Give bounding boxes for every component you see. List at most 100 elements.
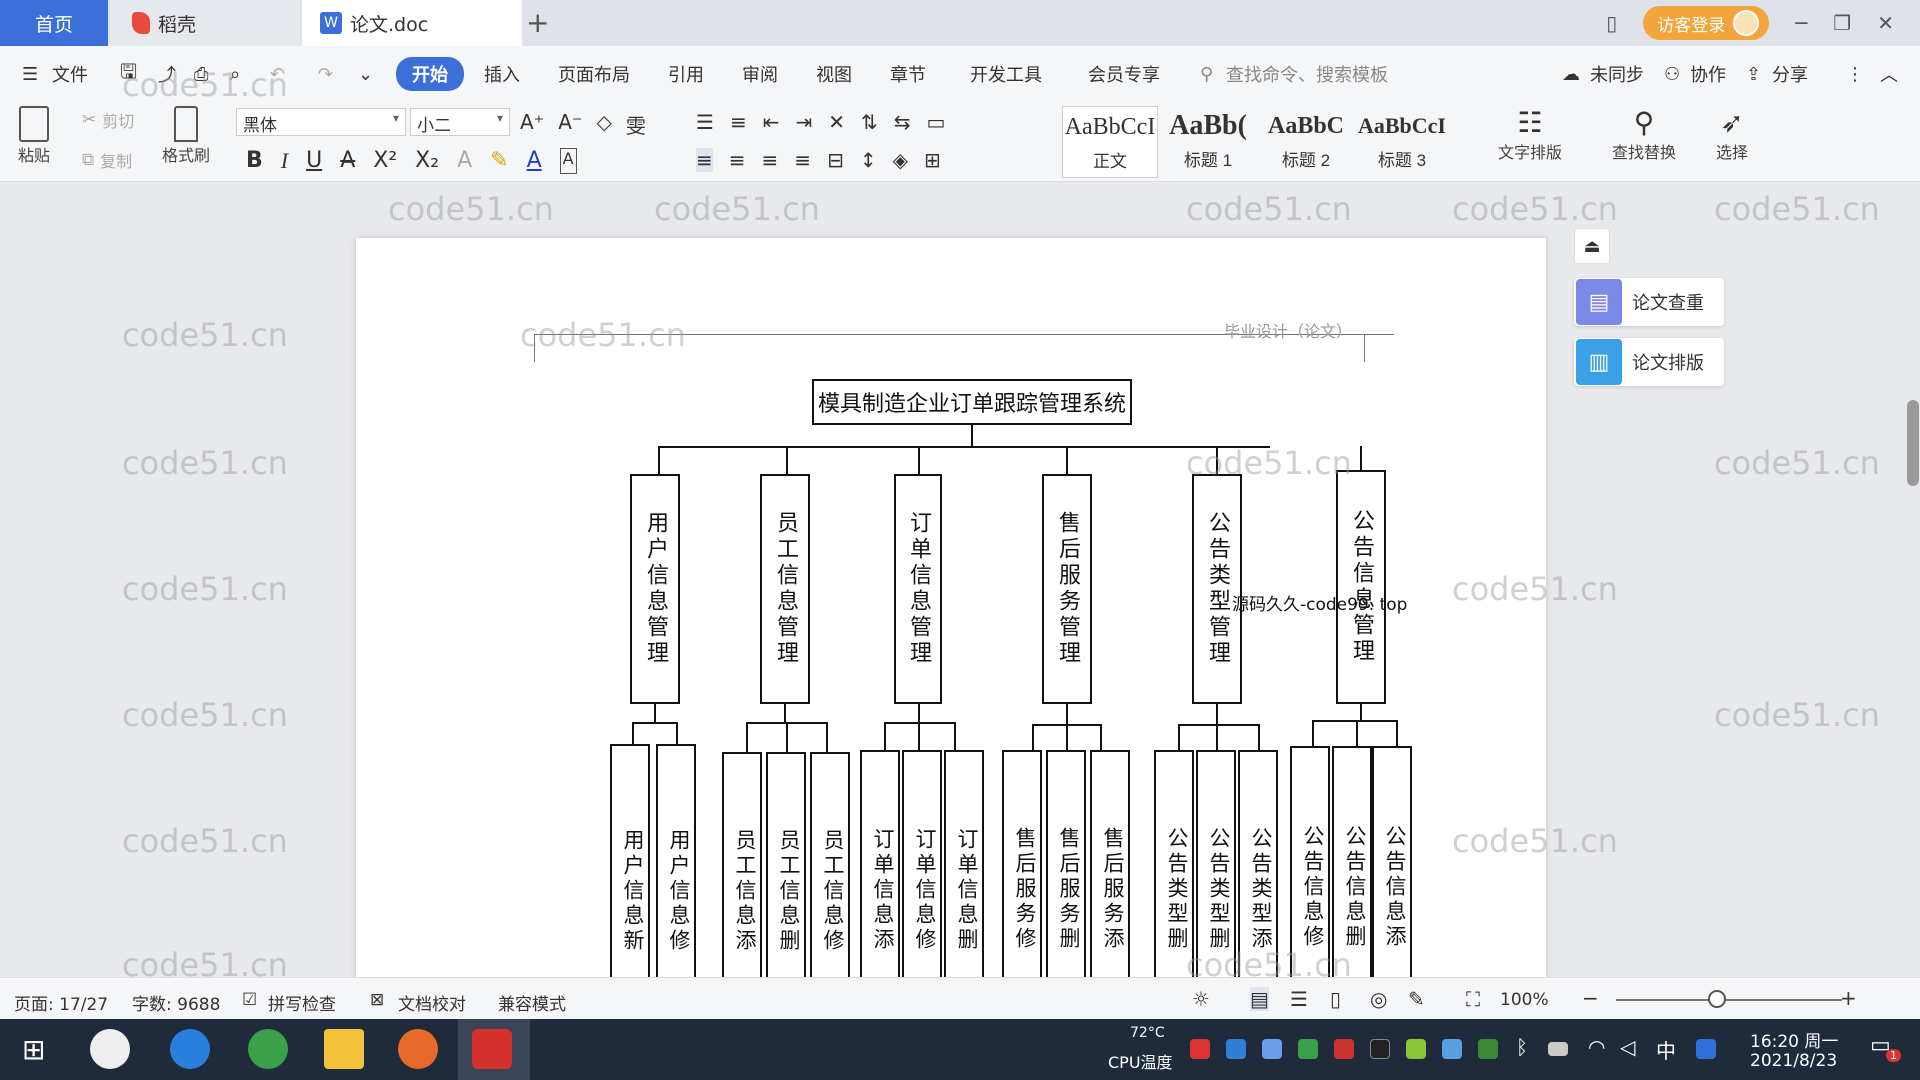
italic-icon[interactable]: I [281,148,288,174]
highlight-icon[interactable]: ✎ [490,148,508,174]
menu-page-layout[interactable]: 页面布局 [558,61,630,87]
document-page[interactable]: 毕业设计（论文） 模具制造企业订单跟踪管理系统 用户信息管理 用户信息新 用户信… [356,238,1546,977]
word-count[interactable]: 字数: 9688 [132,990,220,1015]
cut-button[interactable]: ✂ 剪切 [82,108,134,132]
zoom-level[interactable]: 100% [1500,990,1549,1010]
collapse-ribbon-icon[interactable]: ︿ [1880,61,1898,87]
wifi-icon[interactable]: ◠ [1588,1035,1605,1059]
superscript-icon[interactable]: X² [373,148,397,174]
paste-button[interactable]: 粘贴 [18,106,50,166]
spell-check-button[interactable]: 拼写检查 [268,990,336,1015]
style-heading-3[interactable]: AaBbCcI 标题 3 [1354,106,1450,178]
ime-indicator[interactable]: 中 [1656,1035,1676,1064]
tray-icon[interactable] [1442,1039,1462,1059]
tab-document[interactable]: W 论文.doc [302,0,522,46]
decrease-indent-icon[interactable]: ⇤ [763,110,780,134]
border-icon[interactable]: ⊞ [924,148,941,172]
bullets-icon[interactable]: ☰ [696,110,714,134]
menu-chapter[interactable]: 章节 [890,61,926,87]
new-tab-button[interactable]: + [526,6,549,39]
tray-icon[interactable] [1334,1039,1354,1059]
sort-icon[interactable]: ⇅ [861,110,878,134]
increase-indent-icon[interactable]: ⇥ [795,110,812,134]
fit-page-icon[interactable]: ⛶ [1466,987,1480,1011]
reading-view-icon[interactable]: ▯ [1330,987,1341,1011]
folder-icon[interactable] [324,1029,364,1069]
tray-icon[interactable] [1226,1039,1246,1059]
ruler-icon[interactable]: ▭ [927,110,946,134]
grow-font-icon[interactable]: A⁺ [520,110,544,139]
tab-daoke[interactable]: 稻壳 [110,0,300,46]
outline-view-icon[interactable]: ☰ [1290,987,1308,1011]
para-mark-icon[interactable]: ⇆ [894,110,911,134]
menu-file[interactable]: 文件 [52,61,88,87]
subscript-icon[interactable]: X₂ [415,148,439,174]
redo-icon[interactable]: ↷ [318,64,333,85]
shield-icon[interactable] [1262,1039,1282,1059]
bluetooth-icon[interactable]: ᛒ [1516,1035,1528,1059]
align-center-icon[interactable]: ≡ [729,148,746,172]
export-icon[interactable]: ⤴ [158,61,176,87]
zoom-slider-handle[interactable] [1708,990,1726,1008]
tray-icon[interactable] [1298,1039,1318,1059]
style-normal[interactable]: AaBbCcI 正文 [1062,106,1158,178]
app-icon[interactable] [90,1029,130,1069]
menu-start[interactable]: 开始 [396,57,464,91]
clock-date[interactable]: 2021/8/23 [1750,1051,1837,1071]
search-command-input[interactable]: 查找命令、搜索模板 [1226,61,1388,87]
text-layout-button[interactable]: ☷ 文字排版 [1498,106,1562,163]
shading-icon[interactable]: ◈ [893,148,908,172]
align-left-icon[interactable]: ≡ [696,148,713,172]
font-family-select[interactable]: 黑体 ▾ [236,108,406,136]
close-icon[interactable]: ✕ [1877,11,1894,35]
chinese-layout-icon[interactable]: ✕ [828,110,845,134]
page-view-icon[interactable]: ▤ [1250,987,1269,1011]
web-view-icon[interactable]: ◎ [1370,987,1387,1011]
menu-insert[interactable]: 插入 [484,61,520,87]
select-button[interactable]: ➶ 选择 [1716,106,1748,163]
visitor-login-button[interactable]: 访客登录 [1643,6,1770,40]
scrollbar-thumb[interactable] [1907,400,1919,486]
windows-start-icon[interactable]: ⊞ [22,1033,45,1066]
restore-icon[interactable]: ❐ [1833,11,1851,35]
search-app-icon[interactable] [1696,1039,1716,1059]
save-icon[interactable]: 🖫 [120,57,137,91]
copy-button[interactable]: ⧉ 复制 [82,148,132,172]
undo-icon[interactable]: ↶ [270,64,285,85]
menu-dev-tools[interactable]: 开发工具 [970,61,1042,87]
font-color-icon[interactable]: A [527,148,542,174]
preview-icon[interactable]: ⌕ [230,64,240,85]
text-effect-icon[interactable]: A [457,148,472,174]
write-mode-icon[interactable]: ✎ [1408,987,1425,1011]
format-painter-button[interactable]: 格式刷 [162,106,210,166]
ie-icon[interactable] [170,1029,210,1069]
tray-icon[interactable] [1190,1039,1210,1059]
zoom-in-icon[interactable]: + [1840,986,1857,1010]
volume-icon[interactable]: ◁ [1620,1035,1635,1059]
battery-icon[interactable] [1548,1042,1568,1056]
proofread-button[interactable]: 文档校对 [398,990,466,1015]
char-border-icon[interactable]: A [559,148,577,174]
app-icon[interactable] [398,1029,438,1069]
chevron-down-icon[interactable]: ⌄ [358,64,373,85]
shrink-font-icon[interactable]: A⁻ [558,110,582,139]
page-indicator[interactable]: 页面: 17/27 [14,990,108,1015]
paper-check-button[interactable]: ▤ 论文查重 [1574,278,1724,326]
line-spacing-icon[interactable]: ↕ [860,148,877,172]
menu-references[interactable]: 引用 [668,61,704,87]
tab-home[interactable]: 首页 [0,0,108,46]
zoom-slider-track[interactable] [1616,999,1842,1001]
print-icon[interactable]: ⎙ [194,64,208,85]
distribute-icon[interactable]: ⊟ [827,148,844,172]
zoom-out-icon[interactable]: − [1582,986,1599,1010]
style-heading-1[interactable]: AaBb( 标题 1 [1160,106,1256,178]
find-replace-button[interactable]: ⚲ 查找替换 [1612,106,1676,163]
side-collapse-button[interactable]: ⏏ [1574,228,1610,264]
clock-time[interactable]: 16:20 周一 [1750,1027,1838,1052]
justify-icon[interactable]: ≡ [794,148,811,172]
share-button[interactable]: 分享 [1772,61,1808,87]
align-right-icon[interactable]: ≡ [762,148,779,172]
menu-view[interactable]: 视图 [816,61,852,87]
unsynced-button[interactable]: 未同步 [1590,61,1644,87]
strikethrough-icon[interactable]: A [340,148,355,174]
